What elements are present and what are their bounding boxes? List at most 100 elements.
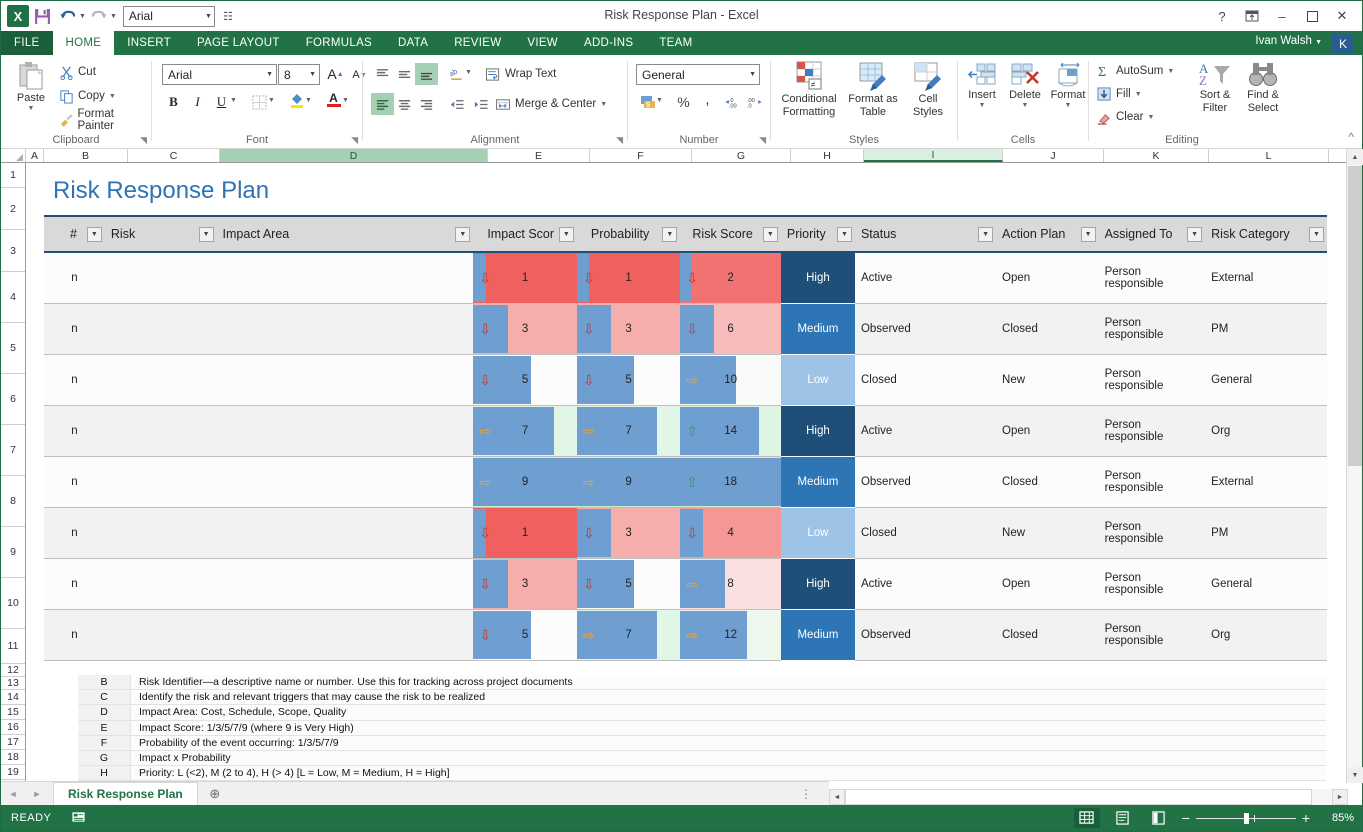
minimize-button[interactable]: –: [1268, 5, 1296, 27]
decrease-indent-icon[interactable]: [445, 93, 468, 115]
column-header-I[interactable]: I: [864, 149, 1003, 162]
orientation-dropdown-icon[interactable]: ▼: [465, 69, 472, 76]
align-middle-button[interactable]: [393, 63, 416, 85]
comma-style-button[interactable]: ,: [696, 88, 719, 110]
table-row[interactable]: n⇨9⇨9⇧18MediumObservedClosedPerson respo…: [44, 456, 1327, 507]
tab-file[interactable]: FILE: [1, 31, 53, 55]
row-header-9[interactable]: 9: [1, 527, 25, 578]
help-icon[interactable]: ?: [1208, 5, 1236, 27]
align-bottom-button[interactable]: [415, 63, 438, 85]
horizontal-scroll-thumb[interactable]: [845, 789, 1312, 805]
merge-center-button[interactable]: Merge & Center ▼: [495, 93, 607, 115]
font-name-box[interactable]: Arial▼: [162, 64, 277, 85]
row-header-14[interactable]: 14: [1, 690, 25, 705]
clear-button[interactable]: Clear ▼: [1097, 106, 1154, 128]
vertical-scrollbar[interactable]: ▲ ▼: [1346, 149, 1362, 783]
zoom-out-button[interactable]: −: [1182, 810, 1190, 826]
zoom-level[interactable]: 85%: [1320, 812, 1354, 824]
tab-page-layout[interactable]: PAGE LAYOUT: [184, 31, 293, 55]
filter-button-risk[interactable]: ▼: [199, 227, 214, 242]
row-header-15[interactable]: 15: [1, 705, 25, 720]
filter-button-impact-area[interactable]: ▼: [455, 227, 470, 242]
borders-dropdown-icon[interactable]: ▼: [268, 97, 275, 104]
table-row[interactable]: n⇩1⇩3⇩4LowClosedNewPerson responsiblePM: [44, 507, 1327, 558]
column-header-L[interactable]: L: [1209, 149, 1329, 162]
format-painter-button[interactable]: Format Painter: [59, 109, 151, 131]
page-break-view-icon[interactable]: [1146, 808, 1172, 828]
conditional-formatting-button[interactable]: ≠ Conditional Formatting: [775, 61, 843, 118]
filter-button-risk-score[interactable]: ▼: [763, 227, 778, 242]
normal-view-icon[interactable]: [1074, 808, 1100, 828]
filter-button-status[interactable]: ▼: [978, 227, 993, 242]
row-header-6[interactable]: 6: [1, 374, 25, 425]
user-name[interactable]: Ivan Walsh ▼: [1255, 35, 1322, 47]
row-header-18[interactable]: 18: [1, 750, 25, 765]
row-header-5[interactable]: 5: [1, 323, 25, 374]
maximize-button[interactable]: [1298, 5, 1326, 27]
column-header-J[interactable]: J: [1003, 149, 1104, 162]
autosum-button[interactable]: Σ AutoSum ▼: [1097, 60, 1174, 82]
row-header-1[interactable]: 1: [1, 163, 25, 188]
table-row[interactable]: n⇩5⇨7⇨12MediumObservedClosedPerson respo…: [44, 609, 1327, 660]
align-top-button[interactable]: [371, 63, 394, 85]
next-sheet-button[interactable]: ►: [25, 789, 49, 799]
format-cells-button[interactable]: Format ▼: [1048, 63, 1088, 110]
table-row[interactable]: n⇩3⇩3⇩6MediumObservedClosedPerson respon…: [44, 303, 1327, 354]
sort-filter-button[interactable]: AZ Sort & Filter: [1193, 61, 1237, 114]
close-button[interactable]: ✕: [1328, 5, 1356, 27]
row-header-11[interactable]: 11: [1, 629, 25, 664]
alignment-dialog-launcher[interactable]: ◥: [616, 135, 623, 146]
scroll-down-button[interactable]: ▼: [1347, 767, 1363, 783]
filter-button-risk-category[interactable]: ▼: [1309, 227, 1324, 242]
column-header-C[interactable]: C: [128, 149, 220, 162]
column-header-G[interactable]: G: [692, 149, 791, 162]
row-header-3[interactable]: 3: [1, 230, 25, 272]
horizontal-scrollbar[interactable]: ◄ ►: [829, 789, 1348, 805]
tab-team[interactable]: TEAM: [646, 31, 705, 55]
increase-indent-icon[interactable]: [469, 93, 492, 115]
increase-decimal-button[interactable]: .0.00: [722, 91, 745, 113]
ribbon-display-options-icon[interactable]: [1238, 5, 1266, 27]
column-header-A[interactable]: A: [26, 149, 44, 162]
zoom-in-button[interactable]: +: [1302, 810, 1310, 826]
align-center-button[interactable]: [393, 93, 416, 115]
table-row[interactable]: n⇩1⇩1⇩2HighActiveOpenPerson responsibleE…: [44, 252, 1327, 303]
find-select-button[interactable]: Find & Select: [1239, 61, 1287, 114]
add-sheet-button[interactable]: ⊕: [198, 786, 232, 802]
column-header-H[interactable]: H: [791, 149, 864, 162]
column-header-E[interactable]: E: [488, 149, 590, 162]
tab-data[interactable]: DATA: [385, 31, 441, 55]
zoom-slider[interactable]: − +: [1182, 810, 1310, 826]
filter-button-action-plan[interactable]: ▼: [1081, 227, 1096, 242]
row-header-12[interactable]: 12: [1, 664, 25, 677]
tab-review[interactable]: REVIEW: [441, 31, 514, 55]
align-left-button[interactable]: [371, 93, 394, 115]
cell-styles-button[interactable]: Cell Styles: [903, 61, 953, 118]
macro-record-icon[interactable]: [71, 810, 86, 827]
row-header-19[interactable]: 19: [1, 765, 25, 780]
table-row[interactable]: n⇩5⇩5⇨10LowClosedNewPerson responsibleGe…: [44, 354, 1327, 405]
copy-button[interactable]: Copy ▼: [59, 85, 116, 107]
delete-cells-button[interactable]: Delete ▼: [1004, 63, 1046, 110]
column-header-D[interactable]: D: [220, 149, 488, 162]
row-header-7[interactable]: 7: [1, 425, 25, 476]
format-as-table-button[interactable]: Format as Table: [845, 61, 901, 118]
increase-font-size-button[interactable]: A▲: [324, 63, 347, 85]
sheet-overflow-icon[interactable]: ⋮: [800, 787, 813, 801]
filter-button-assigned-to[interactable]: ▼: [1187, 227, 1202, 242]
accounting-dropdown-icon[interactable]: ▼: [656, 97, 663, 104]
filter-button-priority[interactable]: ▼: [837, 227, 852, 242]
row-header-16[interactable]: 16: [1, 720, 25, 735]
row-header-4[interactable]: 4: [1, 272, 25, 323]
previous-sheet-button[interactable]: ◄: [1, 789, 25, 799]
sheet-tab-risk-response-plan[interactable]: Risk Response Plan: [53, 782, 198, 805]
decrease-decimal-button[interactable]: .00.0: [743, 91, 766, 113]
font-color-dropdown-icon[interactable]: ▼: [342, 97, 349, 104]
tab-add-ins[interactable]: ADD-INS: [571, 31, 646, 55]
row-header-13[interactable]: 13: [1, 677, 25, 690]
paste-button[interactable]: Paste ▼: [9, 60, 53, 113]
tab-home[interactable]: HOME: [53, 31, 115, 55]
row-header-2[interactable]: 2: [1, 188, 25, 230]
cut-button[interactable]: Cut: [59, 61, 96, 83]
filter-button-probability[interactable]: ▼: [662, 227, 677, 242]
